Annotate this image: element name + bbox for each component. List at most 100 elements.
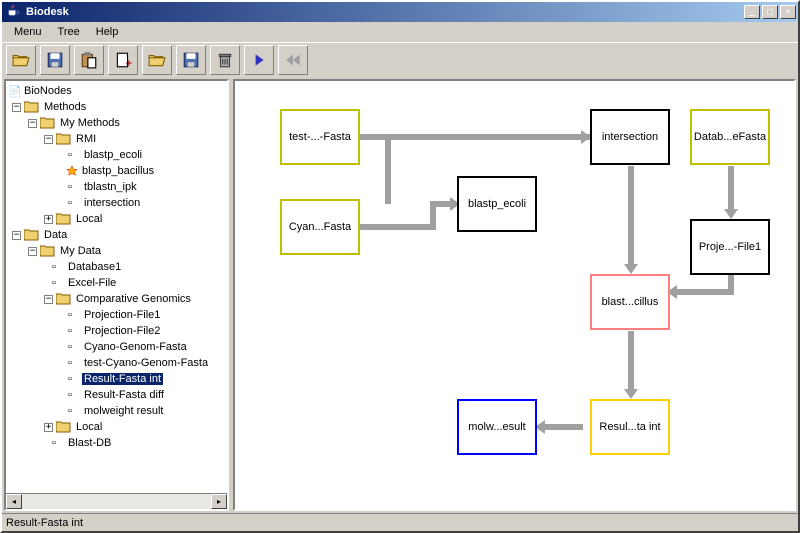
scroll-left-button[interactable]: ◂ [6, 494, 22, 509]
canvas-node-intersection[interactable]: intersection [590, 109, 670, 165]
save-button[interactable] [40, 45, 70, 75]
canvas-node-datab-fasta[interactable]: Datab...eFasta [690, 109, 770, 165]
tree-panel[interactable]: 📄BioNodes −Methods −My Methods −RMI ▫bla… [4, 79, 229, 511]
toolbar: + [2, 42, 798, 77]
canvas-node-blast-cillus[interactable]: blast...cillus [590, 274, 670, 330]
canvas-node-resul-ta-int[interactable]: Resul...ta int [590, 399, 670, 455]
leaf-icon: ▫ [68, 388, 80, 402]
arrow-head-icon [624, 264, 638, 274]
maximize-button[interactable]: □ [762, 5, 778, 19]
leaf-icon: ▫ [68, 356, 80, 370]
expander-icon[interactable]: − [28, 247, 37, 256]
window-title: Biodesk [26, 6, 744, 18]
open-button[interactable] [6, 45, 36, 75]
java-icon [6, 4, 22, 20]
canvas-node-molw-esult[interactable]: molw...esult [457, 399, 537, 455]
status-text: Result-Fasta int [6, 517, 83, 529]
titlebar: Biodesk _ □ ✕ [2, 2, 798, 22]
scroll-track[interactable] [22, 494, 211, 509]
arrow-line [728, 166, 734, 211]
tree-item[interactable]: Cyano-Genom-Fasta [82, 341, 189, 353]
arrow-head-icon [624, 389, 638, 399]
menu-menu[interactable]: Menu [6, 24, 50, 40]
tree-local2[interactable]: Local [74, 421, 104, 433]
svg-text:+: + [125, 56, 132, 69]
arrow-line [628, 166, 634, 266]
tree-methods[interactable]: Methods [42, 101, 88, 113]
arrow-line [360, 134, 590, 140]
minimize-button[interactable]: _ [744, 5, 760, 19]
expander-icon[interactable]: + [44, 423, 53, 432]
tree-item[interactable]: blastp_bacillus [80, 165, 156, 177]
expander-icon[interactable]: − [12, 103, 21, 112]
expander-icon[interactable]: − [12, 231, 21, 240]
folder-icon [56, 132, 72, 146]
leaf-icon: ▫ [68, 372, 80, 386]
tree-item[interactable]: Excel-File [66, 277, 118, 289]
play-button[interactable] [244, 45, 274, 75]
menubar: Menu Tree Help [2, 22, 798, 42]
menu-help[interactable]: Help [88, 24, 127, 40]
main-window: Biodesk _ □ ✕ Menu Tree Help + 📄BioNodes… [0, 0, 800, 533]
open2-button[interactable] [142, 45, 172, 75]
canvas-node-blastp-ecoli[interactable]: blastp_ecoli [457, 176, 537, 232]
menu-tree[interactable]: Tree [50, 24, 88, 40]
leaf-icon: ▫ [68, 308, 80, 322]
doc-icon: 📄 [8, 84, 20, 98]
leaf-icon: ▫ [68, 340, 80, 354]
paste-button[interactable] [74, 45, 104, 75]
folder-icon [24, 100, 40, 114]
tree: 📄BioNodes −Methods −My Methods −RMI ▫bla… [6, 81, 227, 453]
arrow-line [628, 331, 634, 391]
leaf-icon: ▫ [52, 276, 64, 290]
rewind-button[interactable] [278, 45, 308, 75]
tree-comp-gen[interactable]: Comparative Genomics [74, 293, 193, 305]
close-button[interactable]: ✕ [780, 5, 796, 19]
scroll-right-button[interactable]: ▸ [211, 494, 227, 509]
tree-item[interactable]: Database1 [66, 261, 123, 273]
folder-icon [56, 420, 72, 434]
arrow-line [385, 134, 391, 204]
expander-icon[interactable]: + [44, 215, 53, 224]
folder-icon [56, 212, 72, 226]
canvas-node-cyan-fasta[interactable]: Cyan...Fasta [280, 199, 360, 255]
tree-item[interactable]: Projection-File1 [82, 309, 162, 321]
tree-item[interactable]: blastp_ecoli [82, 149, 144, 161]
main-area: 📄BioNodes −Methods −My Methods −RMI ▫bla… [2, 77, 798, 513]
special-icon [66, 164, 78, 178]
tree-item[interactable]: tblastn_ipk [82, 181, 139, 193]
tree-rmi[interactable]: RMI [74, 133, 98, 145]
arrow-line [728, 274, 734, 289]
tree-item[interactable]: Blast-DB [66, 437, 113, 449]
canvas-node-proje-file1[interactable]: Proje...-File1 [690, 219, 770, 275]
expander-icon[interactable]: − [44, 295, 53, 304]
leaf-icon: ▫ [52, 260, 64, 274]
tree-data[interactable]: Data [42, 229, 69, 241]
folder-icon [56, 292, 72, 306]
canvas-panel[interactable]: test-...-Fasta Cyan...Fasta blastp_ecoli… [233, 79, 796, 511]
save2-button[interactable] [176, 45, 206, 75]
leaf-icon: ▫ [68, 180, 80, 194]
tree-item-selected[interactable]: Result-Fasta int [82, 373, 163, 385]
leaf-icon: ▫ [68, 148, 80, 162]
arrow-line [675, 289, 734, 295]
statusbar: Result-Fasta int [2, 513, 798, 531]
tree-my-methods[interactable]: My Methods [58, 117, 122, 129]
expander-icon[interactable]: − [44, 135, 53, 144]
leaf-icon: ▫ [68, 324, 80, 338]
horizontal-scrollbar[interactable]: ◂ ▸ [6, 493, 227, 509]
canvas-node-test-fasta[interactable]: test-...-Fasta [280, 109, 360, 165]
tree-item[interactable]: molweight result [82, 405, 165, 417]
arrow-head-icon [724, 209, 738, 219]
tree-item[interactable]: intersection [82, 197, 142, 209]
arrow-line [543, 424, 583, 430]
tree-item[interactable]: test-Cyano-Genom-Fasta [82, 357, 210, 369]
tree-item[interactable]: Result-Fasta diff [82, 389, 166, 401]
tree-local[interactable]: Local [74, 213, 104, 225]
new-page-button[interactable]: + [108, 45, 138, 75]
tree-my-data[interactable]: My Data [58, 245, 103, 257]
tree-root[interactable]: BioNodes [22, 85, 74, 97]
delete-button[interactable] [210, 45, 240, 75]
expander-icon[interactable]: − [28, 119, 37, 128]
tree-item[interactable]: Projection-File2 [82, 325, 162, 337]
